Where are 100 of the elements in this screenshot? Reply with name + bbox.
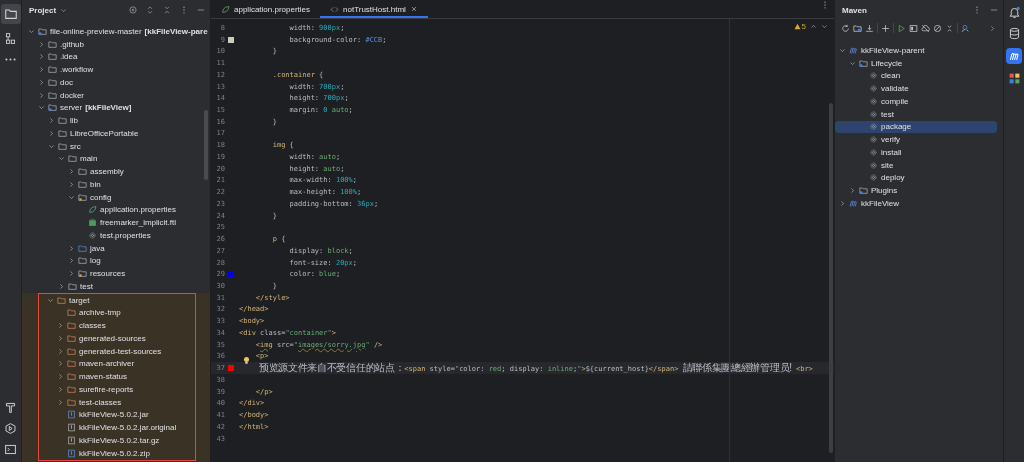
tree-item[interactable]: Plugins [871,186,898,196]
person-search-icon[interactable] [961,23,970,33]
tree-item[interactable]: maven-status [79,372,128,382]
collapse-icon[interactable] [945,23,954,33]
archive-file-icon [67,423,76,433]
expand-icon[interactable] [145,5,155,15]
tree-item[interactable]: kkFileView-5.0.2.jar [79,410,149,420]
tree-item[interactable]: doc [60,77,73,87]
panel-title[interactable]: Project [29,5,57,15]
plus-icon[interactable] [881,23,890,33]
chevron-right-icon[interactable] [988,23,997,33]
template-file-icon [88,218,97,228]
archive-file-icon [67,410,76,420]
goal-item[interactable]: compile [835,95,997,108]
goal-item[interactable]: site [835,158,997,172]
maven-tool-button[interactable] [1006,48,1022,64]
tree-item[interactable]: lib [70,116,78,126]
folder-icon [48,103,57,113]
download-icon[interactable] [865,23,874,33]
goal-item[interactable]: test [835,107,997,121]
tree-item[interactable]: kkFileView-5.0.2.tar.gz [79,435,160,445]
lightbulb-icon[interactable] [243,356,250,366]
tree-item[interactable]: generated-test-sources [79,346,162,356]
goal-item[interactable]: verify [835,133,997,146]
tree-item[interactable]: kkFileView-5.0.2.jar.original [79,423,177,433]
tree-item[interactable]: Lifecycle [871,58,903,68]
folder-icon[interactable] [0,4,21,24]
goal-item[interactable]: install [835,146,997,159]
tree-item[interactable]: .github [60,39,85,49]
gear-icon [88,230,97,240]
folder-icon[interactable] [853,23,862,33]
tree-item[interactable]: server [60,103,83,113]
tree-item[interactable]: kkFileView-5.0.2.zip [79,448,150,458]
module-label: [kkFileView-pare [144,26,208,36]
tree-item[interactable]: main [80,154,98,164]
tree-item[interactable]: target [69,295,90,305]
code-brackets-icon [330,4,340,14]
module-label: [kkFileView] [85,103,132,113]
scrollbar[interactable] [204,110,208,180]
run-icon[interactable] [4,422,17,435]
tree-item[interactable]: LibreOfficePortable [70,128,139,138]
tree-item[interactable]: test-classes [79,397,122,407]
tree-item[interactable]: src [70,141,81,151]
folder-icon [78,192,87,202]
tree-item[interactable]: surefire-reports [79,384,134,394]
tree-item[interactable]: .idea [60,52,78,62]
maven-m-icon [849,198,858,208]
leaf-icon [221,4,230,14]
terminal-icon[interactable] [4,443,17,456]
window-icon[interactable] [909,23,918,33]
leaf-icon [88,205,97,215]
goal-item[interactable]: package [835,120,997,134]
bell-icon[interactable] [1007,6,1021,19]
chevron-down-icon[interactable] [60,6,68,14]
tree-item[interactable]: java [90,243,105,253]
tree-item[interactable]: kkFileView-parent [861,45,925,55]
tree-item[interactable]: application.properties [100,205,177,215]
folder-icon [859,58,868,68]
maven-m-icon [849,45,858,55]
scrollbar[interactable] [829,103,833,453]
tree-item[interactable]: test.properties [100,230,151,240]
tree-item[interactable]: log [90,256,101,266]
tree-item[interactable]: file-online-preview-master [50,26,142,36]
editor-tab[interactable]: notTrustHost.html [320,0,428,18]
archive-file-icon [67,448,76,458]
maven-m-icon [1008,50,1020,62]
close-icon[interactable] [409,5,418,13]
hammer-icon[interactable] [4,401,17,414]
offline-cloud-icon[interactable] [921,23,930,33]
tree-item[interactable]: classes [79,321,106,331]
goal-item[interactable]: deploy [835,171,997,185]
tree-item[interactable]: docker [60,90,84,100]
refresh-icon[interactable] [841,23,850,33]
database-icon[interactable] [1007,27,1021,40]
warning-count[interactable]: 5 [793,22,806,31]
tree-item[interactable]: config [90,192,112,202]
folder-icon [78,269,87,279]
collapse-icon[interactable] [162,5,172,15]
tree-item[interactable]: .workflow [60,65,94,75]
target-icon[interactable] [128,5,138,15]
tree-item[interactable]: test [80,281,93,291]
tree-item[interactable]: resources [90,269,126,279]
editor-tab[interactable]: application.properties [211,0,321,18]
archive-file-icon [67,435,76,445]
chevron-down-icon[interactable] [821,23,828,30]
skip-icon[interactable] [933,23,942,33]
structure-icon[interactable] [4,32,17,45]
tree-item[interactable]: assembly [90,167,124,177]
goal-item[interactable]: clean [835,69,997,83]
tree-item[interactable]: bin [90,179,101,189]
goal-item[interactable]: validate [835,82,997,95]
folder-icon [38,26,47,36]
tree-item[interactable]: freemarker_implicit.ftl [100,218,176,228]
tree-item[interactable]: maven-archiver [79,359,135,369]
tree-item[interactable]: kkFileView [861,198,900,208]
tree-item[interactable]: generated-sources [79,333,146,343]
tree-item[interactable]: archive-tmp [79,308,121,318]
chevron-up-icon[interactable] [810,23,817,30]
plugin-icon[interactable] [1007,72,1021,85]
panel-title: Maven [842,5,867,15]
